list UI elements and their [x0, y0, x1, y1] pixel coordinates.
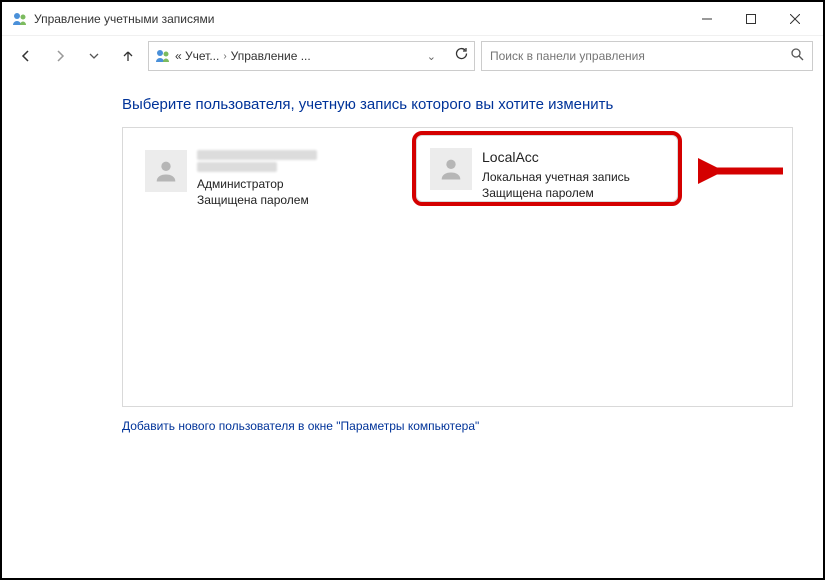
- blurred-username: [197, 150, 317, 172]
- user-card-admin[interactable]: Администратор Защищена паролем: [145, 150, 405, 208]
- add-user-link[interactable]: Добавить нового пользователя в окне "Пар…: [122, 419, 479, 433]
- window-title-wrap: Управление учетными записями: [12, 11, 685, 27]
- arrow-annotation: [698, 156, 788, 186]
- search-icon[interactable]: [790, 47, 804, 66]
- window-controls: [685, 4, 817, 34]
- user-protected: Защищена паролем: [482, 185, 630, 201]
- search-box[interactable]: [481, 41, 813, 71]
- back-button[interactable]: [12, 42, 40, 70]
- content: Выберите пользователя, учетную запись ко…: [2, 76, 823, 435]
- user-protected: Защищена паролем: [197, 192, 317, 208]
- nav-row: « Учет... › Управление ... ⌄: [2, 36, 823, 76]
- page-heading: Выберите пользователя, учетную запись ко…: [122, 96, 793, 113]
- titlebar: Управление учетными записями: [2, 2, 823, 36]
- avatar-icon: [430, 148, 472, 190]
- users-app-icon: [155, 48, 171, 64]
- user-role: Администратор: [197, 176, 317, 192]
- users-app-icon: [12, 11, 28, 27]
- breadcrumb-seg-1[interactable]: « Учет...: [175, 49, 219, 63]
- user-info: Администратор Защищена паролем: [197, 150, 317, 208]
- user-name: LocalAcc: [482, 148, 630, 167]
- forward-button[interactable]: [46, 42, 74, 70]
- window-title: Управление учетными записями: [34, 12, 214, 26]
- close-button[interactable]: [773, 4, 817, 34]
- breadcrumb[interactable]: « Учет... › Управление ... ⌄: [148, 41, 475, 71]
- chevron-down-icon[interactable]: ⌄: [427, 50, 436, 63]
- maximize-button[interactable]: [729, 4, 773, 34]
- user-card-localacc[interactable]: LocalAcc Локальная учетная запись Защище…: [430, 148, 690, 201]
- minimize-button[interactable]: [685, 4, 729, 34]
- recent-button[interactable]: [80, 42, 108, 70]
- users-panel: Администратор Защищена паролем LocalAcc …: [122, 127, 793, 407]
- chevron-right-icon: ›: [223, 51, 226, 62]
- user-type: Локальная учетная запись: [482, 169, 630, 185]
- refresh-button[interactable]: [454, 47, 468, 66]
- avatar-icon: [145, 150, 187, 192]
- search-input[interactable]: [490, 49, 790, 63]
- up-button[interactable]: [114, 42, 142, 70]
- user-info: LocalAcc Локальная учетная запись Защище…: [482, 148, 630, 201]
- breadcrumb-seg-2[interactable]: Управление ...: [231, 49, 311, 63]
